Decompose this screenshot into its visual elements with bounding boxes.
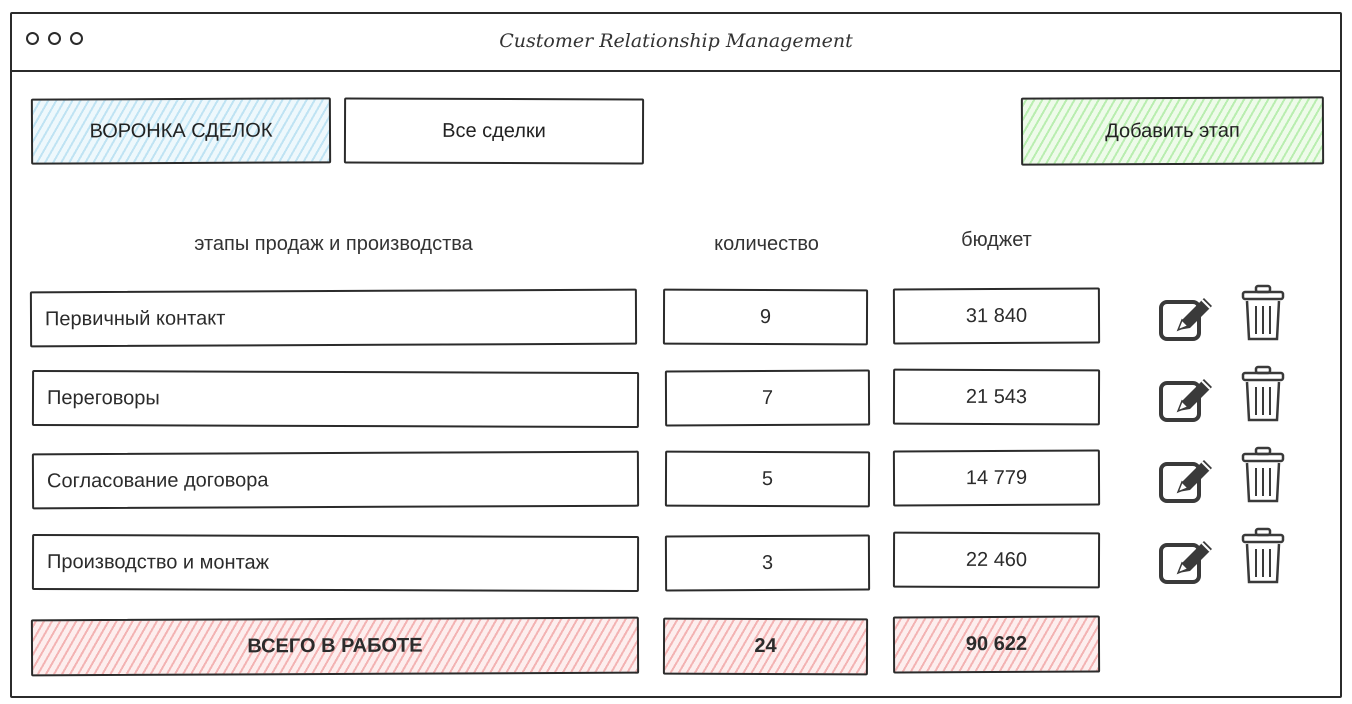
stage-name-cell[interactable]: Производство и монтаж xyxy=(31,533,640,593)
column-header-stage: этапы продаж и производства xyxy=(194,233,473,255)
edit-icon[interactable] xyxy=(1158,373,1220,425)
tab-all-deals[interactable]: Все сделки xyxy=(343,97,645,165)
stage-count-cell: 9 xyxy=(662,288,869,346)
edit-icon[interactable] xyxy=(1158,535,1220,587)
stage-count-cell: 3 xyxy=(664,534,871,592)
total-budget: 90 622 xyxy=(892,615,1101,674)
stage-count-cell: 5 xyxy=(664,450,871,508)
stage-name-cell[interactable]: Переговоры xyxy=(31,369,640,429)
title-bar: Customer Relationship Management xyxy=(12,14,1340,72)
column-header-budget: бюджет xyxy=(961,229,1032,251)
column-header-count: количество xyxy=(714,233,819,255)
stage-name-cell[interactable]: Первичный контакт xyxy=(29,288,638,348)
stage-budget-cell: 31 840 xyxy=(892,287,1101,345)
edit-icon[interactable] xyxy=(1158,292,1220,344)
trash-icon[interactable] xyxy=(1240,527,1286,585)
total-count: 24 xyxy=(662,617,869,676)
stage-count-cell: 7 xyxy=(664,369,871,427)
stage-name-cell[interactable]: Согласование договора xyxy=(31,450,640,510)
trash-icon[interactable] xyxy=(1240,446,1286,504)
stage-budget-cell: 14 779 xyxy=(892,449,1101,507)
stage-budget-cell: 21 543 xyxy=(892,368,1101,426)
stage-budget-cell: 22 460 xyxy=(892,531,1101,589)
add-stage-button[interactable]: Добавить этап xyxy=(1020,96,1325,166)
trash-icon[interactable] xyxy=(1240,365,1286,423)
total-label: ВСЕГО В РАБОТЕ xyxy=(30,616,640,677)
trash-icon[interactable] xyxy=(1240,284,1286,342)
edit-icon[interactable] xyxy=(1158,454,1220,506)
window-title: Customer Relationship Management xyxy=(499,30,853,52)
tab-deal-funnel[interactable]: ВОРОНКА СДЕЛОК xyxy=(30,97,332,165)
